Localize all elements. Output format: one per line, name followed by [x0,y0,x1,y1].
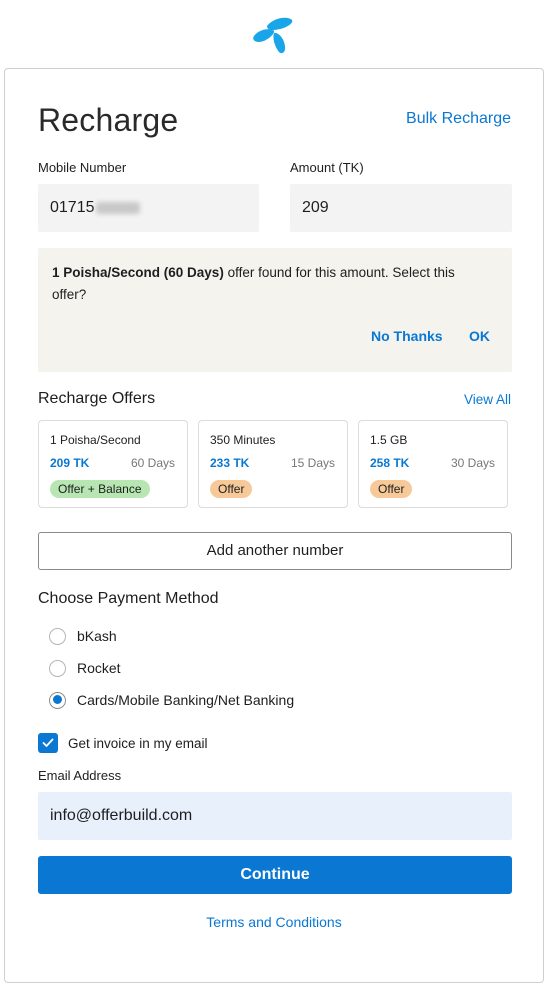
mobile-number-value: 01715 [50,199,95,216]
amount-input[interactable]: 209 [290,184,512,232]
offer-price: 233 TK [210,456,250,470]
offer-card[interactable]: 1 Poisha/Second 209 TK 60 Days Offer + B… [38,420,188,508]
offer-name: 1 Poisha/Second [50,433,141,447]
telenor-logo-icon [250,14,298,56]
notice-message: 1 Poisha/Second (60 Days) offer found fo… [52,262,492,306]
offer-name: 1.5 GB [370,433,408,447]
radio-button[interactable] [49,659,66,677]
mobile-number-label: Mobile Number [38,160,127,175]
offer-price: 258 TK [370,456,410,470]
notice-offer-name: 1 Poisha/Second (60 Days) [52,265,224,280]
checkbox-checked[interactable] [38,733,58,753]
radio-button[interactable] [49,627,66,645]
email-address-label: Email Address [38,768,122,783]
offer-name: 350 Minutes [210,433,276,447]
offer-price: 209 TK [50,456,90,470]
recharge-offers-heading: Recharge Offers [38,390,156,407]
payment-method-heading: Choose Payment Method [38,590,219,607]
amount-label: Amount (TK) [290,160,364,175]
payment-option-bkash[interactable]: bKash [49,626,117,646]
offer-card[interactable]: 350 Minutes 233 TK 15 Days Offer [198,420,348,508]
checkmark-icon [42,738,54,747]
no-thanks-button[interactable]: No Thanks [371,328,443,344]
offer-badge: Offer + Balance [50,480,150,498]
offer-card[interactable]: 1.5 GB 258 TK 30 Days Offer [358,420,508,508]
mobile-number-input[interactable]: 01715 [38,184,259,232]
page-title: Recharge [38,102,179,138]
offer-validity: 30 Days [450,456,495,470]
invoice-checkbox-label: Get invoice in my email [68,735,208,751]
terms-and-conditions-link[interactable]: Terms and Conditions [5,914,543,930]
view-all-link[interactable]: View All [464,392,511,407]
continue-button[interactable]: Continue [38,856,512,894]
offer-validity: 60 Days [130,456,175,470]
invoice-email-checkbox-row[interactable]: Get invoice in my email [38,733,208,753]
offer-badge: Offer [210,480,253,498]
ok-button[interactable]: OK [469,328,490,344]
radio-button-selected[interactable] [49,691,66,709]
blurred-digits [95,201,140,214]
recharge-card: Recharge Bulk Recharge Mobile Number 017… [4,68,544,983]
payment-option-rocket[interactable]: Rocket [49,658,121,678]
email-address-input[interactable]: info@offerbuild.com [38,792,512,840]
offer-suggestion-notice: 1 Poisha/Second (60 Days) offer found fo… [38,248,512,372]
add-another-number-button[interactable]: Add another number [38,532,512,570]
payment-option-label: Cards/Mobile Banking/Net Banking [77,692,295,708]
offer-badge: Offer [370,480,413,498]
payment-option-label: Rocket [77,660,121,676]
payment-option-label: bKash [77,628,117,644]
offer-validity: 15 Days [290,456,335,470]
payment-option-cards[interactable]: Cards/Mobile Banking/Net Banking [49,690,294,710]
bulk-recharge-link[interactable]: Bulk Recharge [406,110,511,128]
